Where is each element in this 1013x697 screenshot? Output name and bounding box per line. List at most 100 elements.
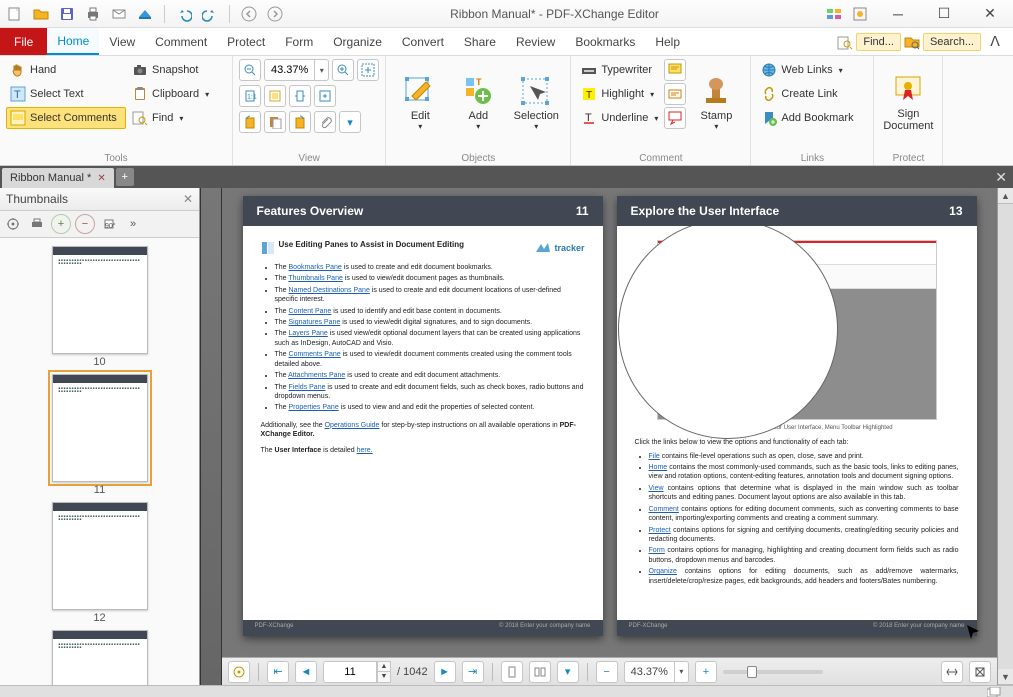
collapse-ribbon-icon[interactable]: ᐱ (983, 30, 1007, 54)
nav-fwd-icon[interactable] (264, 3, 286, 25)
tab-convert[interactable]: Convert (392, 28, 454, 55)
first-page-button[interactable]: ⇤ (267, 661, 289, 683)
email-icon[interactable] (108, 3, 130, 25)
zoom-value-dropdown[interactable]: 43.37%▾ (264, 59, 329, 81)
textbox-button[interactable] (664, 83, 686, 105)
add-button[interactable]: T Add▾ (450, 59, 506, 147)
pane-link[interactable]: Attachments Pane (288, 372, 345, 379)
callout-button[interactable] (664, 107, 686, 129)
scan-icon[interactable] (134, 3, 156, 25)
clipboard-button[interactable]: Clipboard▾ (128, 83, 226, 105)
scroll-down-icon[interactable]: ▼ (998, 669, 1013, 685)
highlight-button[interactable]: THighlight▾ (577, 83, 662, 105)
page-number-input[interactable]: ▲▼ (323, 661, 391, 683)
tab-link[interactable]: Form (649, 547, 665, 554)
snapshot-button[interactable]: Snapshot (128, 59, 226, 81)
last-page-button[interactable]: ⇥ (462, 661, 484, 683)
prev-page-button[interactable]: ◄ (295, 661, 317, 683)
thumb-rotate-icon[interactable]: 90° (99, 214, 119, 234)
close-button[interactable]: ✕ (967, 0, 1013, 28)
web-links-button[interactable]: Web Links▾ (757, 59, 867, 81)
more-view-button[interactable]: ▾ (339, 111, 361, 133)
nav-back-icon[interactable] (238, 3, 260, 25)
tab-help[interactable]: Help (645, 28, 690, 55)
facing-pages-button[interactable] (529, 661, 551, 683)
pane-link[interactable]: Thumbnails Pane (288, 275, 342, 282)
tab-protect[interactable]: Protect (217, 28, 275, 55)
tab-link[interactable]: Home (649, 464, 668, 471)
pane-link[interactable]: Fields Pane (289, 384, 326, 391)
ui-options-icon[interactable] (823, 3, 845, 25)
thumb-options-icon[interactable] (3, 214, 23, 234)
rotate-cw-button[interactable] (289, 111, 311, 133)
document-tab[interactable]: Ribbon Manual *✕ (2, 168, 114, 188)
minimize-button[interactable]: ─ (875, 0, 921, 28)
fit-page-status-button[interactable] (969, 661, 991, 683)
close-tab-icon[interactable]: ✕ (97, 173, 105, 184)
layout-dropdown-button[interactable]: ▾ (557, 661, 579, 683)
tab-link[interactable]: Comment (649, 506, 679, 513)
zoom-in-button[interactable] (332, 59, 354, 81)
search-button[interactable]: Search... (923, 33, 981, 51)
find-tool-button[interactable]: Find▾ (128, 107, 226, 129)
undo-icon[interactable] (173, 3, 195, 25)
tab-form[interactable]: Form (275, 28, 323, 55)
next-page-button[interactable]: ► (434, 661, 456, 683)
thumbnail-10[interactable]: ■ ■ ■ ■ ■ ■ ■ ■ ■ ■ ■ ■ ■ ■ ■ ■ ■ ■ ■ ■ … (52, 246, 148, 368)
tab-share[interactable]: Share (454, 28, 506, 55)
thumbnail-13[interactable]: ■ ■ ■ ■ ■ ■ ■ ■ ■ ■ ■ ■ ■ ■ ■ ■ ■ ■ ■ ■ … (52, 630, 148, 685)
pane-link[interactable]: Comments Pane (289, 351, 341, 358)
new-doc-icon[interactable] (4, 3, 26, 25)
rotate-ccw-button[interactable] (239, 111, 261, 133)
pane-link[interactable]: Signatures Pane (289, 319, 341, 326)
zoom-slider[interactable] (723, 670, 823, 674)
thumb-more-icon[interactable]: » (123, 214, 143, 234)
tab-bookmarks[interactable]: Bookmarks (565, 28, 645, 55)
tab-organize[interactable]: Organize (323, 28, 392, 55)
tab-view[interactable]: View (99, 28, 145, 55)
quick-launch-icon[interactable] (849, 3, 871, 25)
add-bookmark-button[interactable]: Add Bookmark (757, 107, 867, 129)
fit-visible-button[interactable] (314, 85, 336, 107)
left-sidepad[interactable] (200, 188, 222, 685)
stamp-button[interactable]: Stamp▾ (688, 59, 744, 147)
paste-button[interactable] (264, 111, 286, 133)
pane-link[interactable]: Properties Pane (289, 404, 339, 411)
save-icon[interactable] (56, 3, 78, 25)
underline-button[interactable]: TUnderline▾ (577, 107, 662, 129)
thumbnail-12[interactable]: ■ ■ ■ ■ ■ ■ ■ ■ ■ ■ ■ ■ ■ ■ ■ ■ ■ ■ ■ ■ … (52, 502, 148, 624)
maximize-button[interactable]: ☐ (921, 0, 967, 28)
pane-link[interactable]: Bookmarks Pane (289, 264, 342, 271)
tab-link[interactable]: Organize (649, 568, 677, 575)
here-link[interactable]: here. (357, 447, 373, 454)
add-tab-button[interactable]: + (116, 168, 134, 186)
ops-guide-link[interactable]: Operations Guide (325, 422, 380, 429)
tab-home[interactable]: Home (47, 28, 99, 55)
zoom-status-dropdown[interactable]: 43.37%▾ (624, 661, 689, 683)
close-panel-icon[interactable]: ✕ (183, 192, 193, 206)
zoom-out-status-button[interactable]: − (596, 661, 618, 683)
tab-link[interactable]: Protect (649, 527, 671, 534)
zoom-in-status-button[interactable]: + (695, 661, 717, 683)
options-status-icon[interactable] (228, 661, 250, 683)
scroll-up-icon[interactable]: ▲ (998, 188, 1013, 204)
attach-button[interactable] (314, 111, 336, 133)
pages-stack-icon[interactable] (987, 687, 1007, 697)
zoom-marquee-button[interactable] (357, 59, 379, 81)
note-button[interactable] (664, 59, 686, 81)
sign-document-button[interactable]: Sign Document (880, 59, 936, 147)
thumb-zoom-out-icon[interactable]: − (75, 214, 95, 234)
select-comments-button[interactable]: Select Comments (6, 107, 126, 129)
fit-page-button[interactable] (264, 85, 286, 107)
hand-tool-button[interactable]: Hand (6, 59, 126, 81)
zoom-out-button[interactable] (239, 59, 261, 81)
tab-link[interactable]: File (649, 453, 660, 460)
open-icon[interactable] (30, 3, 52, 25)
pane-link[interactable]: Layers Pane (289, 330, 328, 337)
selection-button[interactable]: Selection▾ (508, 59, 564, 147)
actual-size-button[interactable]: 1:1 (239, 85, 261, 107)
tab-review[interactable]: Review (506, 28, 565, 55)
typewriter-button[interactable]: Typewriter (577, 59, 662, 81)
thumb-print-icon[interactable] (27, 214, 47, 234)
thumb-zoom-in-icon[interactable]: + (51, 214, 71, 234)
